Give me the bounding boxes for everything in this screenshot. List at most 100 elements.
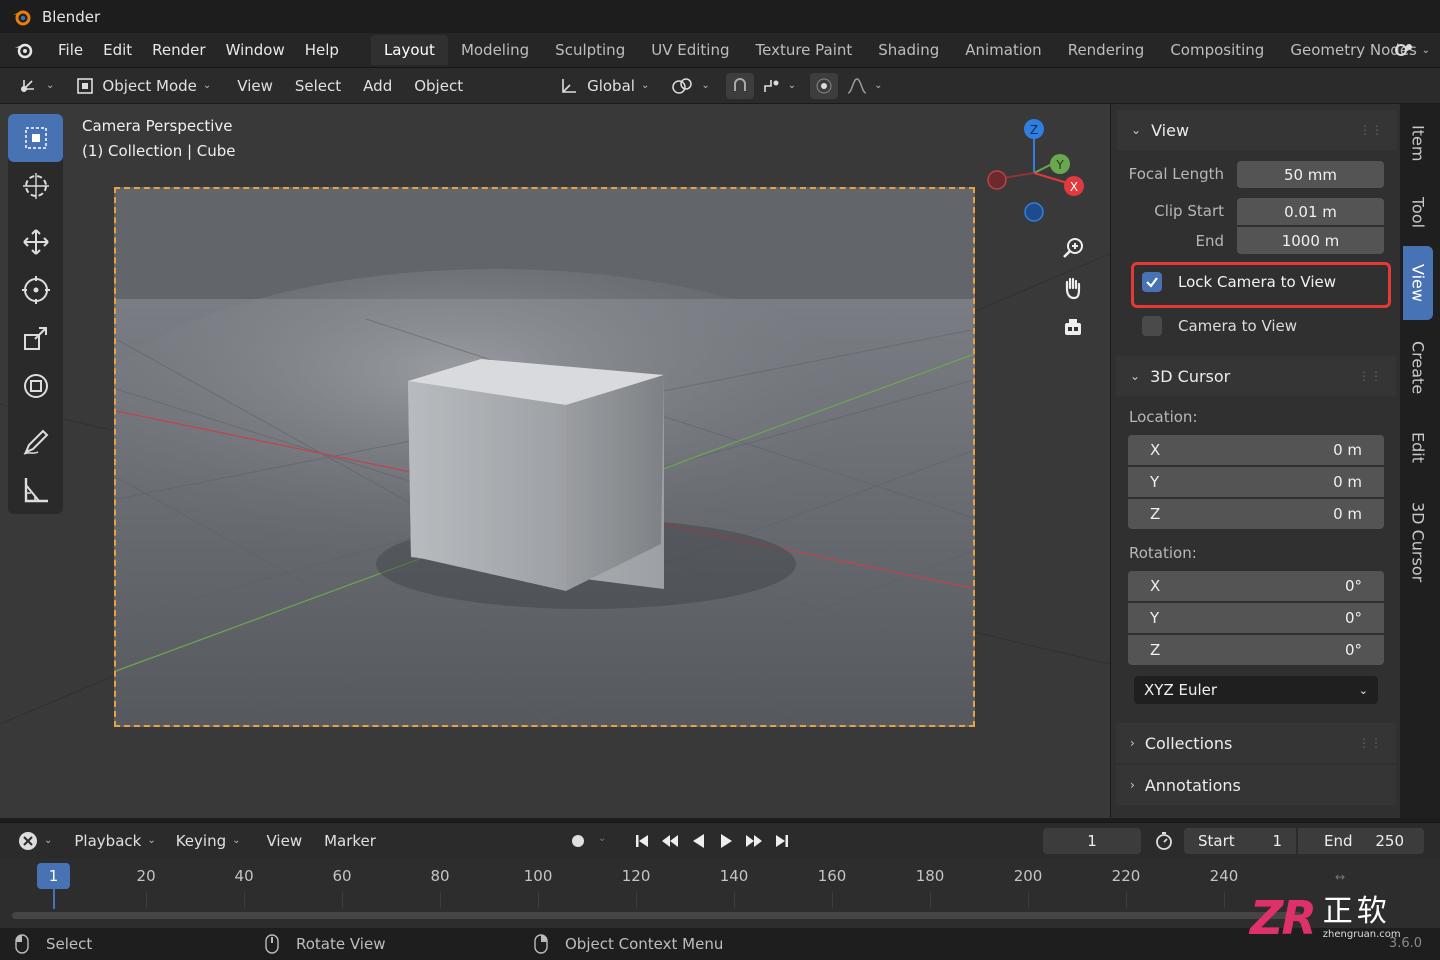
tab-item[interactable]: Item bbox=[1403, 112, 1433, 174]
axis-value: 0° bbox=[1344, 609, 1362, 627]
annotate-tool[interactable] bbox=[8, 418, 63, 466]
jump-keyframe-forward-icon[interactable] bbox=[740, 829, 768, 853]
clip-end-field[interactable]: 1000 m bbox=[1237, 227, 1384, 254]
tab-create[interactable]: Create bbox=[1403, 328, 1433, 408]
workspace-tab-compositing[interactable]: Compositing bbox=[1157, 35, 1277, 65]
camera-to-view-row[interactable]: Camera to View bbox=[1142, 316, 1297, 336]
view-panel-header[interactable]: ⌄ View ⋮⋮ bbox=[1117, 110, 1397, 150]
transform-tool[interactable] bbox=[8, 362, 63, 410]
scale-tool[interactable] bbox=[8, 314, 63, 362]
snap-toggle[interactable] bbox=[725, 72, 754, 99]
tab-tool[interactable]: Tool bbox=[1403, 182, 1433, 244]
scene-selector-icon[interactable]: ⌄ bbox=[1394, 41, 1430, 59]
workspace-tab-shading[interactable]: Shading bbox=[865, 35, 952, 65]
workspace-tab-uv-editing[interactable]: UV Editing bbox=[638, 35, 742, 65]
falloff-dropdown[interactable]: ⌄ bbox=[838, 73, 890, 99]
pivot-point-dropdown[interactable]: ⌄ bbox=[663, 73, 717, 99]
cursor-rotation-x[interactable]: X 0° bbox=[1128, 571, 1384, 601]
snap-target-dropdown[interactable]: ⌄ bbox=[754, 73, 804, 99]
workspace-tab-animation[interactable]: Animation bbox=[952, 35, 1054, 65]
timeline-scrollbar[interactable] bbox=[12, 912, 1302, 919]
drag-handle-icon[interactable]: ⋮⋮ bbox=[1359, 123, 1383, 137]
cursor-rotation-y[interactable]: Y 0° bbox=[1128, 603, 1384, 633]
focal-length-field[interactable]: 50 mm bbox=[1237, 161, 1384, 188]
workspace-tab-rendering[interactable]: Rendering bbox=[1055, 35, 1158, 65]
timeline-scroll-handle[interactable]: ↔ bbox=[1335, 870, 1345, 884]
start-frame-field[interactable]: Start 1 bbox=[1184, 828, 1296, 854]
3d-cursor-panel-header[interactable]: ⌄ 3D Cursor ⋮⋮ bbox=[1116, 356, 1396, 396]
workspace-tab-layout[interactable]: Layout bbox=[370, 35, 448, 65]
marker-menu[interactable]: Marker bbox=[316, 828, 384, 854]
current-frame-field[interactable]: 1 bbox=[1043, 828, 1141, 854]
record-button[interactable] bbox=[566, 829, 590, 853]
cursor-rotation-z[interactable]: Z 0° bbox=[1128, 635, 1384, 665]
select-box-tool[interactable] bbox=[8, 114, 63, 162]
proportional-edit-toggle[interactable] bbox=[810, 72, 839, 99]
lock-camera-to-view-row[interactable]: Lock Camera to View bbox=[1142, 272, 1336, 292]
sidebar-tabs: Item Tool View Create Edit 3D Cursor bbox=[1400, 104, 1440, 818]
gizmo-neg-z-axis[interactable] bbox=[1024, 202, 1044, 222]
status-context-hint: Object Context Menu bbox=[533, 933, 723, 955]
collections-panel-header[interactable]: › Collections ⋮⋮ bbox=[1116, 723, 1396, 763]
chevron-down-icon[interactable]: ⌄ bbox=[598, 833, 606, 844]
move-icon bbox=[22, 229, 49, 255]
3d-viewport[interactable]: Camera Perspective (1) Collection | Cube… bbox=[0, 104, 1110, 818]
play-icon[interactable] bbox=[712, 829, 740, 853]
tab-edit[interactable]: Edit bbox=[1403, 416, 1433, 478]
zoom-icon[interactable] bbox=[1056, 228, 1090, 268]
pan-hand-icon[interactable] bbox=[1056, 268, 1090, 308]
drag-handle-icon[interactable]: ⋮⋮ bbox=[1358, 736, 1382, 750]
measure-tool[interactable] bbox=[8, 466, 63, 514]
axis-value: 0 m bbox=[1333, 505, 1362, 523]
object-menu[interactable]: Object bbox=[406, 73, 471, 99]
workspace-tab-sculpting[interactable]: Sculpting bbox=[542, 35, 638, 65]
select-menu[interactable]: Select bbox=[287, 73, 349, 99]
rotation-mode-dropdown[interactable]: XYZ Euler ⌄ bbox=[1134, 676, 1378, 704]
play-reverse-icon[interactable] bbox=[684, 829, 712, 853]
frame-tick-line bbox=[244, 892, 246, 908]
menu-file[interactable]: File bbox=[48, 33, 93, 67]
view-menu[interactable]: View bbox=[229, 73, 281, 99]
menu-render[interactable]: Render bbox=[142, 33, 215, 67]
timeline-view-menu[interactable]: View bbox=[259, 828, 311, 854]
timeline-editor-type-button[interactable]: ⌄ bbox=[10, 828, 60, 854]
rotate-tool[interactable] bbox=[8, 266, 63, 314]
menu-window[interactable]: Window bbox=[216, 33, 295, 67]
frame-tick-line bbox=[538, 892, 540, 908]
annotations-panel-header[interactable]: › Annotations bbox=[1116, 765, 1396, 805]
keying-menu[interactable]: Keying ⌄ bbox=[168, 828, 249, 854]
drag-handle-icon[interactable]: ⋮⋮ bbox=[1358, 369, 1382, 383]
workspace-tab-modeling[interactable]: Modeling bbox=[448, 35, 542, 65]
frame-tick-label: 240 bbox=[1209, 867, 1239, 885]
end-frame-field[interactable]: End 250 bbox=[1298, 828, 1424, 854]
timeline-area[interactable]: 1 20 40 60 80 100 120 140 160 180 200 220 240 ↔ bbox=[0, 858, 1440, 928]
menu-edit[interactable]: Edit bbox=[93, 33, 142, 67]
jump-end-icon[interactable] bbox=[768, 829, 796, 853]
tab-3d-cursor[interactable]: 3D Cursor bbox=[1403, 488, 1433, 596]
blender-menu-button[interactable] bbox=[0, 33, 48, 67]
clip-start-field[interactable]: 0.01 m bbox=[1237, 198, 1384, 225]
cursor-location-x[interactable]: X 0 m bbox=[1128, 435, 1384, 465]
jump-start-icon[interactable] bbox=[628, 829, 656, 853]
tab-view[interactable]: View bbox=[1403, 246, 1433, 320]
playback-menu[interactable]: Playback ⌄ bbox=[66, 828, 163, 854]
navigation-gizmo[interactable]: Z Y X bbox=[982, 115, 1092, 225]
editor-type-button[interactable]: ⌄ bbox=[10, 73, 62, 99]
start-value: 1 bbox=[1272, 832, 1282, 850]
lock-camera-checkbox[interactable] bbox=[1142, 272, 1162, 292]
cursor-tool[interactable] bbox=[8, 162, 63, 210]
camera-view-icon[interactable] bbox=[1056, 308, 1090, 348]
gizmo-neg-x-axis[interactable] bbox=[987, 170, 1007, 190]
workspace-tab-texture-paint[interactable]: Texture Paint bbox=[742, 35, 865, 65]
cursor-location-y[interactable]: Y 0 m bbox=[1128, 467, 1384, 497]
menu-help[interactable]: Help bbox=[295, 33, 349, 67]
current-frame-marker[interactable]: 1 bbox=[37, 863, 70, 889]
camera-to-view-checkbox[interactable] bbox=[1142, 316, 1162, 336]
move-tool[interactable] bbox=[8, 218, 63, 266]
jump-keyframe-back-icon[interactable] bbox=[656, 829, 684, 853]
transform-orientation-dropdown[interactable]: Global ⌄ bbox=[551, 73, 657, 99]
cursor-location-z[interactable]: Z 0 m bbox=[1128, 499, 1384, 529]
mode-dropdown[interactable]: Object Mode ⌄ bbox=[68, 72, 220, 99]
add-menu[interactable]: Add bbox=[355, 73, 400, 99]
stopwatch-icon[interactable] bbox=[1152, 829, 1176, 853]
